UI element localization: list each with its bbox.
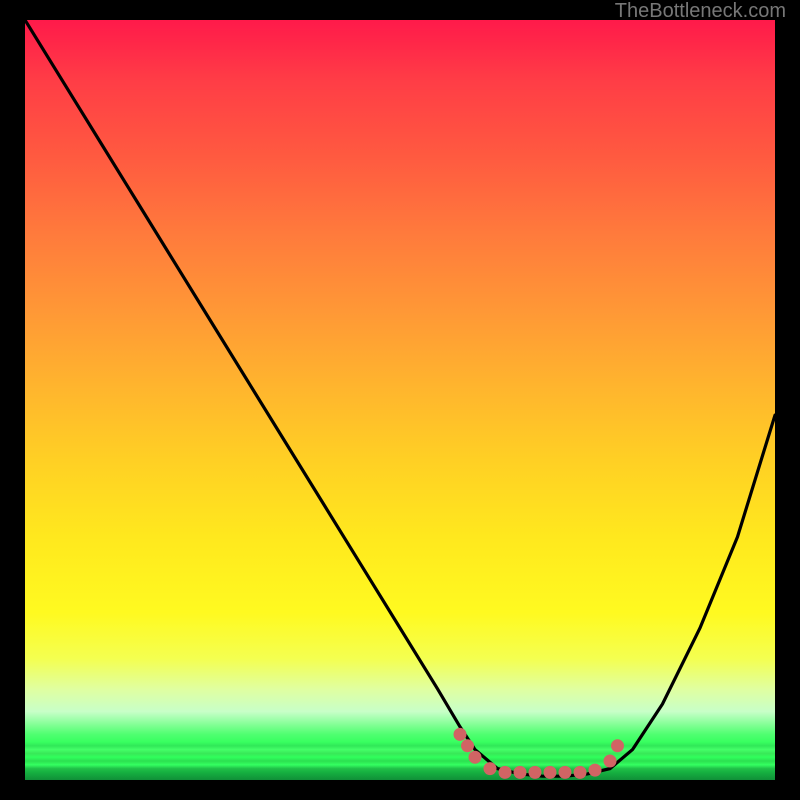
marker-dot [514,766,527,779]
curve-layer [25,20,775,780]
marker-dot [611,739,624,752]
marker-dot [604,755,617,768]
marker-dot [484,762,497,775]
chart-container: TheBottleneck.com [0,0,800,800]
optimal-range-markers [454,728,625,779]
attribution-text: TheBottleneck.com [615,0,786,23]
marker-dot [529,766,542,779]
marker-dot [469,751,482,764]
marker-dot [461,739,474,752]
marker-dot [559,766,572,779]
marker-dot [454,728,467,741]
marker-dot [544,766,557,779]
marker-dot [499,766,512,779]
bottleneck-curve [25,20,775,776]
marker-dot [589,764,602,777]
marker-dot [574,766,587,779]
